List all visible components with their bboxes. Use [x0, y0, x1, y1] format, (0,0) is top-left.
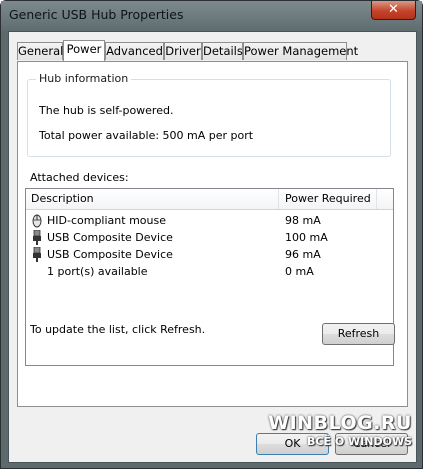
- device-description: USB Composite Device: [47, 248, 173, 261]
- list-item[interactable]: 1 port(s) available 0 mA: [26, 263, 393, 280]
- device-description: HID-compliant mouse: [47, 214, 166, 227]
- window-title: Generic USB Hub Properties: [9, 7, 184, 22]
- list-item[interactable]: HID-compliant mouse 98 mA: [26, 212, 393, 229]
- column-header-power-required[interactable]: Power Required: [285, 192, 371, 205]
- title-bar[interactable]: Generic USB Hub Properties ✕: [1, 1, 422, 31]
- tab-general[interactable]: General: [17, 42, 63, 60]
- power-tab-panel: Hub information The hub is self-powered.…: [17, 61, 408, 407]
- attached-devices-label: Attached devices:: [30, 171, 129, 184]
- watermark-title: WINBLOG.RU: [268, 412, 412, 434]
- hub-information-group: Hub information The hub is self-powered.…: [27, 72, 391, 157]
- tab-details[interactable]: Details: [202, 42, 243, 60]
- close-icon: ✕: [388, 2, 399, 17]
- watermark-subtitle: ВСЁ О WINDOWS: [307, 435, 412, 448]
- tab-power-management[interactable]: Power Management: [243, 42, 358, 60]
- watermark: WINBLOG.RU ВСЁ О WINDOWS: [268, 412, 412, 448]
- dialog-client: General Power Advanced Driver Details Po…: [8, 31, 417, 463]
- device-description: USB Composite Device: [47, 231, 173, 244]
- usb-plug-icon: [33, 247, 41, 262]
- refresh-button[interactable]: Refresh: [322, 323, 395, 345]
- column-divider[interactable]: [278, 189, 279, 209]
- list-item[interactable]: USB Composite Device 100 mA: [26, 229, 393, 246]
- usb-plug-icon: [33, 230, 41, 245]
- total-power-available: Total power available: 500 mA per port: [39, 129, 254, 142]
- list-header: Description Power Required: [26, 189, 393, 210]
- hub-information-legend: Hub information: [36, 72, 132, 85]
- tab-advanced[interactable]: Advanced: [105, 42, 164, 60]
- device-description: 1 port(s) available: [47, 265, 148, 278]
- device-power: 98 mA: [285, 214, 321, 227]
- tab-power[interactable]: Power: [63, 40, 105, 61]
- column-divider[interactable]: [376, 189, 377, 209]
- hub-power-status: The hub is self-powered.: [39, 104, 174, 117]
- device-power: 0 mA: [285, 265, 314, 278]
- tab-driver[interactable]: Driver: [164, 42, 202, 60]
- properties-window: Generic USB Hub Properties ✕ General Pow…: [0, 0, 423, 469]
- column-header-description[interactable]: Description: [31, 192, 94, 205]
- device-power: 100 mA: [285, 231, 328, 244]
- refresh-hint: To update the list, click Refresh.: [30, 323, 206, 336]
- device-power: 96 mA: [285, 248, 321, 261]
- close-button[interactable]: ✕: [371, 1, 416, 20]
- mouse-icon: [32, 214, 42, 228]
- list-item[interactable]: USB Composite Device 96 mA: [26, 246, 393, 263]
